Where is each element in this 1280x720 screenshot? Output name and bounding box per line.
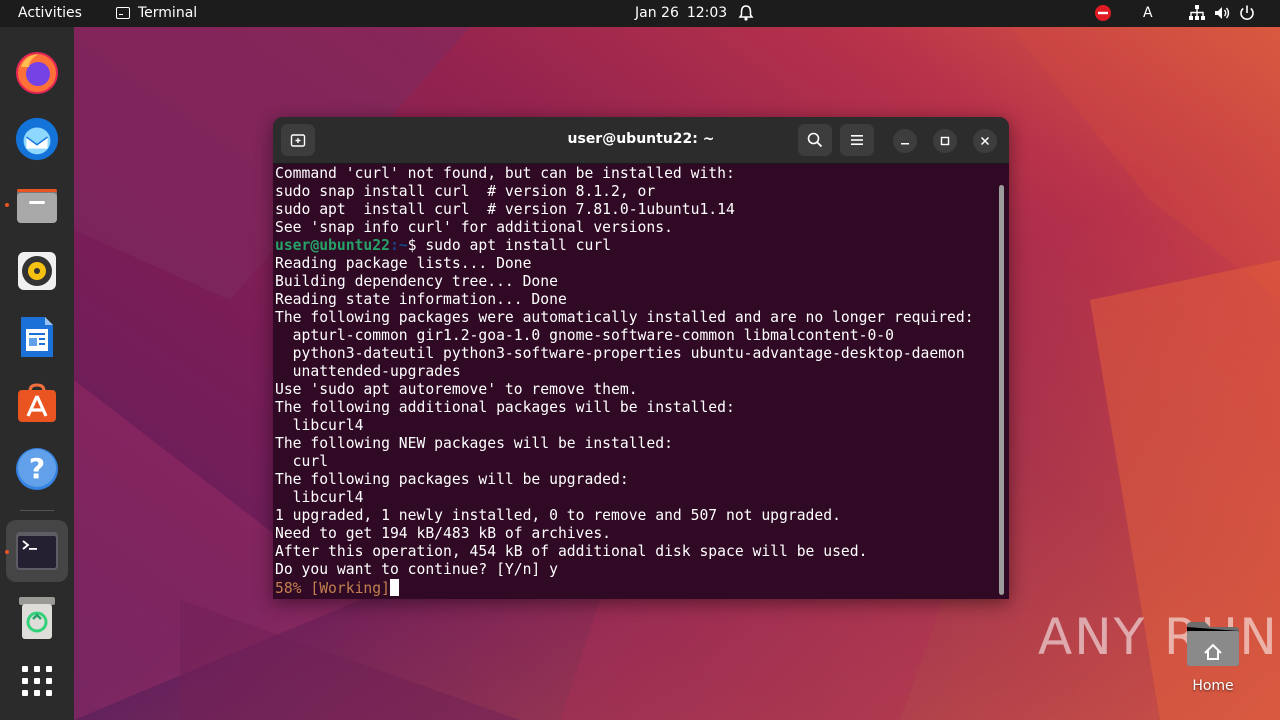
notification-bell-icon[interactable] (738, 4, 754, 22)
search-button[interactable] (798, 124, 832, 156)
terminal-line: 1 upgraded, 1 newly installed, 0 to remo… (275, 507, 841, 524)
minimize-button[interactable] (893, 129, 917, 153)
terminal-icon (16, 532, 58, 570)
terminal-line: See 'snap info curl' for additional vers… (275, 219, 673, 236)
search-icon (807, 132, 823, 148)
minimize-icon (901, 143, 909, 145)
terminal-line: Building dependency tree... Done (275, 273, 558, 290)
terminal-line: sudo snap install curl # version 8.1.2, … (275, 183, 656, 200)
dock-item-rhythmbox[interactable] (14, 248, 60, 294)
power-icon[interactable] (1238, 4, 1256, 22)
top-bar: Activities Terminal Jan 26 12:03 A (0, 0, 1280, 27)
hamburger-menu-icon (851, 135, 863, 145)
activities-button[interactable]: Activities (18, 5, 82, 21)
terminal-line: Use 'sudo apt autoremove' to remove them… (275, 381, 638, 398)
terminal-line: Do you want to continue? [Y/n] y (275, 561, 558, 578)
terminal-line: libcurl4 (275, 489, 364, 506)
files-running-indicator (5, 203, 9, 207)
terminal-line: apturl-common gir1.2-goa-1.0 gnome-softw… (275, 327, 894, 344)
do-not-disturb-icon[interactable] (1094, 4, 1112, 22)
terminal-line: python3-dateutil python3-software-proper… (275, 345, 965, 362)
trash-icon (19, 597, 55, 639)
terminal-line: Need to get 194 kB/483 kB of archives. (275, 525, 612, 542)
prompt-command: $ sudo apt install curl (407, 237, 612, 254)
clock-date: Jan 26 (635, 5, 679, 21)
clock-time: 12:03 (686, 5, 728, 21)
terminal-line: The following packages will be upgraded: (275, 471, 629, 488)
dock-item-show-apps[interactable] (14, 658, 60, 704)
dock-item-thunderbird[interactable] (14, 116, 60, 162)
terminal-line: curl (275, 453, 329, 470)
dock-item-files[interactable] (14, 182, 60, 228)
volume-icon[interactable] (1213, 4, 1231, 22)
writer-icon (21, 317, 53, 357)
close-icon (980, 136, 990, 146)
terminal-line: sudo apt install curl # version 7.81.0-1… (275, 201, 735, 218)
thunderbird-icon (15, 117, 59, 161)
files-icon (17, 189, 57, 223)
terminal-line: unattended-upgrades (275, 363, 461, 380)
terminal-window[interactable]: user@ubuntu22: ~ Command 'curl' not foun… (273, 117, 1009, 599)
dock-item-libreoffice-writer[interactable] (14, 314, 60, 360)
maximize-icon (940, 136, 950, 146)
dock-item-terminal[interactable] (14, 528, 60, 574)
prompt-user: user@ubuntu22 (275, 237, 390, 254)
dock-separator (20, 510, 54, 511)
terminal-scrollbar[interactable] (999, 185, 1004, 595)
prompt-path: :~ (389, 237, 408, 254)
rhythmbox-icon (18, 252, 56, 290)
maximize-button[interactable] (933, 129, 957, 153)
progress-text: 58% [Working] (275, 580, 390, 597)
terminal-line: libcurl4 (275, 417, 364, 434)
progress-line: 58% [Working] (275, 579, 995, 597)
terminal-icon (116, 7, 130, 19)
text-cursor (389, 579, 399, 596)
dock-item-trash[interactable] (14, 595, 60, 641)
keyboard-layout-indicator[interactable]: A (1143, 5, 1153, 21)
terminal-line: Reading state information... Done (275, 291, 567, 308)
terminal-line: After this operation, 454 kB of addition… (275, 543, 868, 560)
app-menu-label: Terminal (138, 5, 198, 21)
home-folder-icon[interactable] (1185, 620, 1241, 668)
terminal-running-indicator (5, 550, 9, 554)
close-button[interactable] (973, 129, 997, 153)
dock-item-help[interactable]: ? (14, 446, 60, 492)
prompt-line: user@ubuntu22:~$ sudo apt install curl (275, 237, 995, 255)
dock: ? (0, 27, 74, 720)
dock-item-app-center[interactable] (14, 380, 60, 426)
app-center-icon (18, 383, 56, 422)
app-menu[interactable]: Terminal (116, 5, 197, 21)
terminal-line: The following additional packages will b… (275, 399, 735, 416)
dock-item-firefox[interactable] (14, 50, 60, 96)
home-folder-label[interactable]: Home (1180, 678, 1246, 694)
window-headerbar[interactable]: user@ubuntu22: ~ (273, 117, 1009, 164)
terminal-line: The following NEW packages will be insta… (275, 435, 673, 452)
help-icon: ? (16, 448, 58, 490)
app-grid-icon (22, 666, 52, 696)
terminal-output[interactable]: Command 'curl' not found, but can be ins… (275, 163, 995, 599)
terminal-line: Reading package lists... Done (275, 255, 532, 272)
terminal-line: Command 'curl' not found, but can be ins… (275, 165, 735, 182)
clock[interactable]: Jan 26 12:03 (635, 5, 727, 21)
anyrun-watermark: ANY RUN (1038, 608, 1279, 666)
network-wired-icon[interactable] (1188, 4, 1206, 22)
terminal-line: The following packages were automaticall… (275, 309, 974, 326)
menu-button[interactable] (840, 124, 874, 156)
firefox-icon (16, 52, 58, 94)
svg-text:?: ? (29, 452, 45, 485)
